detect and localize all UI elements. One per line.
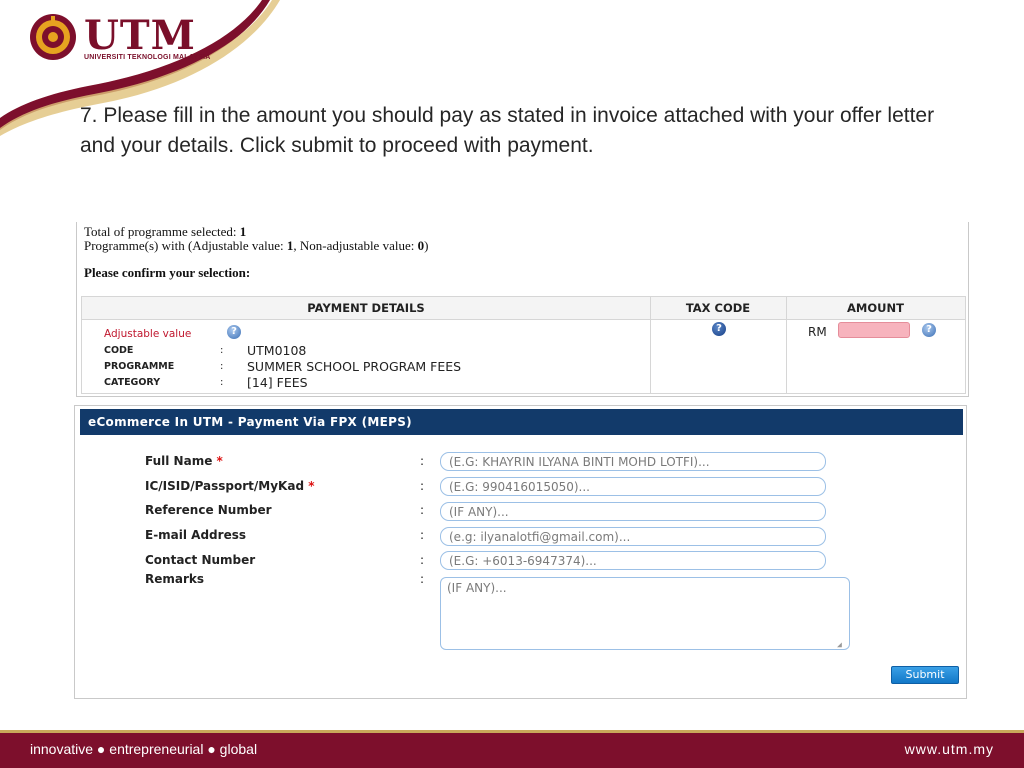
tax-help-icon[interactable]: ? (712, 322, 726, 336)
form-header: eCommerce In UTM - Payment Via FPX (MEPS… (80, 409, 963, 435)
column-divider (786, 297, 787, 393)
amount-header: AMOUNT (847, 301, 904, 315)
column-divider (650, 297, 651, 393)
ic-passport-input[interactable] (440, 477, 826, 496)
colon: : (420, 454, 425, 468)
payment-details-header: PAYMENT DETAILS (307, 301, 425, 315)
footer-tagline: innovative ● entrepreneurial ● global (30, 741, 258, 757)
help-icon[interactable]: ? (227, 325, 241, 339)
required-mark: * (216, 454, 223, 468)
colon: : (420, 503, 425, 517)
email-input[interactable] (440, 527, 826, 546)
colon: : (420, 572, 425, 586)
instruction-text: 7. Please fill in the amount you should … (80, 104, 935, 157)
required-mark: * (308, 479, 315, 493)
colon: : (420, 553, 425, 567)
colon: : (220, 377, 224, 388)
contact-number-input[interactable] (440, 551, 826, 570)
code-value: UTM0108 (247, 343, 307, 358)
full-name-input[interactable] (440, 452, 826, 471)
total-programme-value: 1 (239, 224, 247, 239)
currency-label: RM (808, 325, 827, 339)
full-name-label: Full Name * (145, 454, 223, 468)
programme-values-line: Programme(s) with (Adjustable value: 1, … (84, 238, 428, 254)
fpx-payment-form: eCommerce In UTM - Payment Via FPX (MEPS… (74, 405, 967, 699)
colon: : (220, 361, 224, 372)
payment-summary-panel: Total of programme selected: 1 Programme… (76, 222, 969, 397)
colon: : (420, 479, 425, 493)
colon: : (420, 528, 425, 542)
footer-bar: innovative ● entrepreneurial ● global ww… (0, 733, 1024, 768)
table-header: PAYMENT DETAILS TAX CODE AMOUNT (82, 297, 965, 320)
full-name-label-text: Full Name (145, 454, 213, 468)
colon: : (220, 345, 224, 356)
total-programme-label: Total of programme selected: (84, 224, 240, 239)
utm-logo: UTM UNIVERSITI TEKNOLOGI MALAYSIA (28, 10, 210, 66)
email-label: E-mail Address (145, 528, 246, 542)
remarks-label: Remarks (145, 572, 205, 586)
resize-grip-icon[interactable]: ◢ (837, 640, 842, 649)
tax-code-header: TAX CODE (685, 301, 751, 315)
confirm-selection-label: Please confirm your selection: (84, 265, 251, 280)
footer-url: www.utm.my (904, 741, 994, 757)
remarks-textarea[interactable] (440, 577, 850, 650)
adjustable-value-label: Adjustable value (104, 328, 192, 340)
contact-number-label: Contact Number (145, 553, 256, 567)
ic-passport-label: IC/ISID/Passport/MyKad * (145, 479, 315, 493)
slide: UTM UNIVERSITI TEKNOLOGI MALAYSIA 7. Ple… (0, 0, 1024, 768)
amount-input[interactable] (838, 322, 910, 338)
ic-passport-label-text: IC/ISID/Passport/MyKad (145, 479, 305, 493)
programme-values-prefix: Programme(s) with (Adjustable value: (84, 238, 287, 253)
payment-details-table: PAYMENT DETAILS TAX CODE AMOUNT Adjustab… (81, 296, 966, 394)
code-key: CODE (104, 345, 134, 356)
amount-help-icon[interactable]: ? (922, 323, 936, 337)
reference-number-input[interactable] (440, 502, 826, 521)
reference-number-label: Reference Number (145, 503, 272, 517)
category-key: CATEGORY (104, 377, 161, 388)
programme-key: PROGRAMME (104, 361, 175, 372)
utm-crest-icon (30, 14, 76, 60)
submit-button[interactable]: Submit (891, 666, 959, 684)
logo-title: UTM (84, 12, 196, 59)
programme-values-mid: , Non-adjustable value: (293, 238, 418, 253)
logo-subtitle: UNIVERSITI TEKNOLOGI MALAYSIA (84, 54, 211, 61)
programme-value: SUMMER SCHOOL PROGRAM FEES (247, 359, 462, 374)
category-value: [14] FEES (247, 375, 308, 390)
programme-values-suffix: ) (424, 238, 429, 253)
